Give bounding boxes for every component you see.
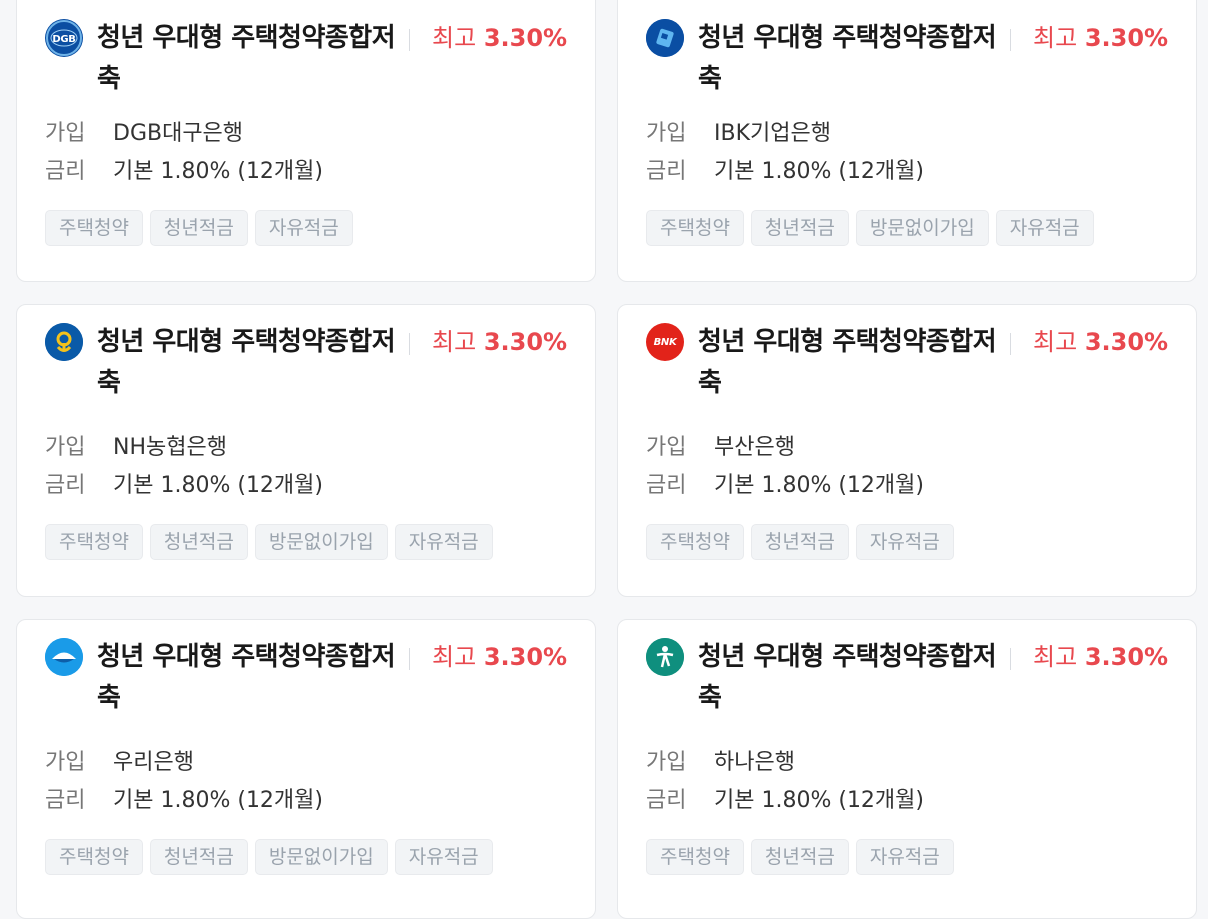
hana-bank-logo-icon <box>646 638 684 676</box>
divider <box>1010 333 1011 355</box>
tag: 청년적금 <box>750 839 849 875</box>
max-rate: 최고 3.30% <box>432 328 568 356</box>
tag-list: 주택청약 청년적금 자유적금 <box>45 210 353 246</box>
tag: 자유적금 <box>995 210 1094 246</box>
tag: 방문없이가입 <box>855 210 989 246</box>
max-rate: 최고 3.30% <box>1033 328 1169 356</box>
join-bank-row: 가입 하나은행 <box>646 750 795 775</box>
bank-name: 하나은행 <box>714 750 795 775</box>
tag-list: 주택청약 청년적금 자유적금 <box>646 839 954 875</box>
base-rate: 기본 1.80% (12개월) <box>113 159 323 184</box>
tag: 주택청약 <box>646 524 744 560</box>
bank-name: IBK기업은행 <box>714 121 831 146</box>
base-rate-row: 금리 기본 1.80% (12개월) <box>646 473 924 498</box>
tag: 주택청약 <box>646 839 744 875</box>
product-card[interactable]: 청년 우대형 주택청약종합저축 최고 3.30% 가입 하나은행 금리 기본 1.8… <box>617 619 1197 919</box>
join-bank-row: 가입 IBK기업은행 <box>646 121 831 146</box>
base-rate-row: 금리 기본 1.80% (12개월) <box>45 788 323 813</box>
tag: 주택청약 <box>45 524 143 560</box>
product-title: 청년 우대형 주택청약종합저축 <box>97 327 396 398</box>
product-title: 청년 우대형 주택청약종합저축 <box>698 23 997 94</box>
tag: 방문없이가입 <box>254 839 388 875</box>
tag: 자유적금 <box>855 524 954 560</box>
max-rate: 최고 3.30% <box>432 643 568 671</box>
tag-list: 주택청약 청년적금 자유적금 <box>646 524 954 560</box>
tag: 주택청약 <box>45 839 143 875</box>
tag: 자유적금 <box>254 210 353 246</box>
base-rate: 기본 1.80% (12개월) <box>714 473 924 498</box>
tag: 청년적금 <box>750 524 849 560</box>
woori-bank-logo-icon <box>45 638 83 676</box>
product-title: 청년 우대형 주택청약종합저축 <box>97 642 396 713</box>
tag: 자유적금 <box>394 524 493 560</box>
product-card[interactable]: BNK 청년 우대형 주택청약종합저축 최고 3.30% 가입 부산은행 금리 기본… <box>617 304 1197 597</box>
bank-name: 부산은행 <box>714 435 795 460</box>
tag: 자유적금 <box>394 839 493 875</box>
max-rate: 최고 3.30% <box>1033 643 1169 671</box>
tag-list: 주택청약 청년적금 방문없이가입 자유적금 <box>45 839 493 875</box>
ibk-bank-logo-icon <box>646 19 684 57</box>
product-grid: DGB 청년 우대형 주택청약종합저축 최고 3.30% 가입 DGB대구은행 금… <box>0 0 1208 919</box>
product-card[interactable]: 청년 우대형 주택청약종합저축 최고 3.30% 가입 IBK기업은행 금리 기본 … <box>617 0 1197 282</box>
base-rate: 기본 1.80% (12개월) <box>113 473 323 498</box>
divider <box>409 29 410 51</box>
product-title: 청년 우대형 주택청약종합저축 <box>698 642 997 713</box>
tag: 청년적금 <box>149 210 248 246</box>
divider <box>1010 648 1011 670</box>
join-bank-row: 가입 우리은행 <box>45 750 194 775</box>
join-bank-row: 가입 DGB대구은행 <box>45 121 244 146</box>
nh-bank-logo-icon <box>45 323 83 361</box>
tag: 청년적금 <box>750 210 849 246</box>
join-bank-row: 가입 부산은행 <box>646 435 795 460</box>
base-rate-row: 금리 기본 1.80% (12개월) <box>646 159 924 184</box>
base-rate: 기본 1.80% (12개월) <box>714 159 924 184</box>
tag: 자유적금 <box>855 839 954 875</box>
divider <box>409 333 410 355</box>
divider <box>409 648 410 670</box>
base-rate-row: 금리 기본 1.80% (12개월) <box>45 159 323 184</box>
product-title: 청년 우대형 주택청약종합저축 <box>698 327 997 398</box>
bank-name: 우리은행 <box>113 750 194 775</box>
product-title: 청년 우대형 주택청약종합저축 <box>97 23 396 94</box>
base-rate-row: 금리 기본 1.80% (12개월) <box>45 473 323 498</box>
max-rate: 최고 3.30% <box>432 24 568 52</box>
bnk-bank-logo-icon: BNK <box>646 323 684 361</box>
base-rate: 기본 1.80% (12개월) <box>714 788 924 813</box>
tag: 주택청약 <box>646 210 744 246</box>
tag-list: 주택청약 청년적금 방문없이가입 자유적금 <box>646 210 1094 246</box>
product-card[interactable]: DGB 청년 우대형 주택청약종합저축 최고 3.30% 가입 DGB대구은행 금… <box>16 0 596 282</box>
tag: 주택청약 <box>45 210 143 246</box>
max-rate: 최고 3.30% <box>1033 24 1169 52</box>
divider <box>1010 29 1011 51</box>
base-rate: 기본 1.80% (12개월) <box>113 788 323 813</box>
product-card[interactable]: 청년 우대형 주택청약종합저축 최고 3.30% 가입 NH농협은행 금리 기본 1… <box>16 304 596 597</box>
join-bank-row: 가입 NH농협은행 <box>45 435 227 460</box>
svg-text:DGB: DGB <box>52 34 75 45</box>
dgb-bank-logo-icon: DGB <box>45 19 83 57</box>
tag-list: 주택청약 청년적금 방문없이가입 자유적금 <box>45 524 493 560</box>
tag: 청년적금 <box>149 839 248 875</box>
bank-name: DGB대구은행 <box>113 121 244 146</box>
bank-name: NH농협은행 <box>113 435 227 460</box>
product-card[interactable]: 청년 우대형 주택청약종합저축 최고 3.30% 가입 우리은행 금리 기본 1.8… <box>16 619 596 919</box>
base-rate-row: 금리 기본 1.80% (12개월) <box>646 788 924 813</box>
tag: 방문없이가입 <box>254 524 388 560</box>
tag: 청년적금 <box>149 524 248 560</box>
